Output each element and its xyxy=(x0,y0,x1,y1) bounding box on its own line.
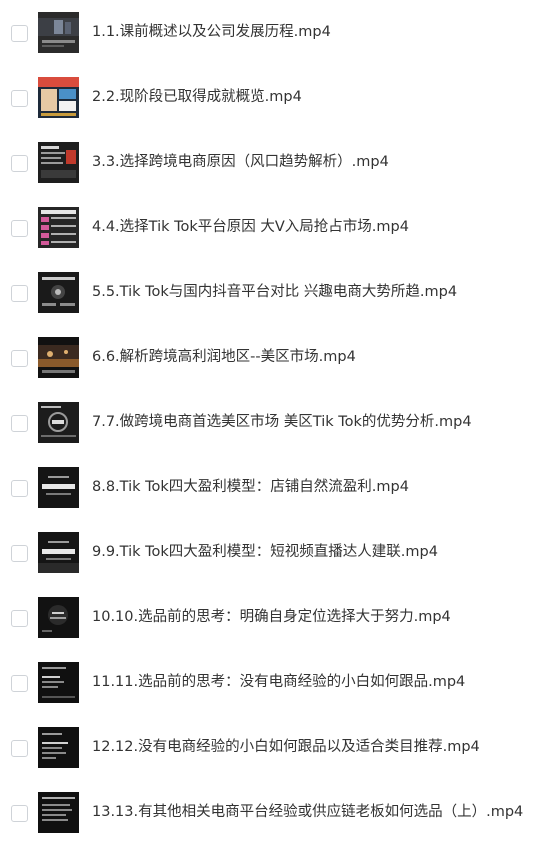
video-thumbnail-icon[interactable] xyxy=(38,12,79,53)
video-thumbnail-icon[interactable] xyxy=(38,662,79,703)
file-name[interactable]: 6.6.解析跨境高利润地区--美区市场.mp4 xyxy=(92,346,356,368)
file-row[interactable]: 5.5.Tik Tok与国内抖音平台对比 兴趣电商大势所趋.mp4 xyxy=(0,260,542,325)
file-name[interactable]: 5.5.Tik Tok与国内抖音平台对比 兴趣电商大势所趋.mp4 xyxy=(92,281,457,303)
file-row[interactable]: 7.7.做跨境电商首选美区市场 美区Tik Tok的优势分析.mp4 xyxy=(0,390,542,455)
file-checkbox[interactable] xyxy=(11,25,28,42)
file-list: 1.1.课前概述以及公司发展历程.mp4 2.2.现阶段已取得成就概览.mp4 … xyxy=(0,0,542,845)
video-thumbnail-icon[interactable] xyxy=(38,792,79,833)
file-checkbox[interactable] xyxy=(11,610,28,627)
file-checkbox[interactable] xyxy=(11,220,28,237)
video-thumbnail-icon[interactable] xyxy=(38,467,79,508)
file-row[interactable]: 2.2.现阶段已取得成就概览.mp4 xyxy=(0,65,542,130)
file-checkbox[interactable] xyxy=(11,350,28,367)
file-name[interactable]: 7.7.做跨境电商首选美区市场 美区Tik Tok的优势分析.mp4 xyxy=(92,411,472,433)
file-row[interactable]: 8.8.Tik Tok四大盈利模型：店铺自然流盈利.mp4 xyxy=(0,455,542,520)
file-checkbox[interactable] xyxy=(11,90,28,107)
video-thumbnail-icon[interactable] xyxy=(38,597,79,638)
file-row[interactable]: 10.10.选品前的思考：明确自身定位选择大于努力.mp4 xyxy=(0,585,542,650)
video-thumbnail-icon[interactable] xyxy=(38,727,79,768)
file-checkbox[interactable] xyxy=(11,805,28,822)
file-name[interactable]: 13.13.有其他相关电商平台经验或供应链老板如何选品（上）.mp4 xyxy=(92,801,523,823)
video-thumbnail-icon[interactable] xyxy=(38,77,79,118)
video-thumbnail-icon[interactable] xyxy=(38,142,79,183)
file-checkbox[interactable] xyxy=(11,415,28,432)
file-row[interactable]: 11.11.选品前的思考：没有电商经验的小白如何跟品.mp4 xyxy=(0,650,542,715)
file-checkbox[interactable] xyxy=(11,545,28,562)
video-thumbnail-icon[interactable] xyxy=(38,532,79,573)
video-thumbnail-icon[interactable] xyxy=(38,272,79,313)
file-checkbox[interactable] xyxy=(11,285,28,302)
file-checkbox[interactable] xyxy=(11,155,28,172)
file-row[interactable]: 13.13.有其他相关电商平台经验或供应链老板如何选品（上）.mp4 xyxy=(0,780,542,845)
file-name[interactable]: 12.12.没有电商经验的小白如何跟品以及适合类目推荐.mp4 xyxy=(92,736,480,758)
file-name[interactable]: 4.4.选择Tik Tok平台原因 大V入局抢占市场.mp4 xyxy=(92,216,409,238)
file-name[interactable]: 11.11.选品前的思考：没有电商经验的小白如何跟品.mp4 xyxy=(92,671,465,693)
file-checkbox[interactable] xyxy=(11,740,28,757)
file-name[interactable]: 2.2.现阶段已取得成就概览.mp4 xyxy=(92,86,302,108)
file-row[interactable]: 6.6.解析跨境高利润地区--美区市场.mp4 xyxy=(0,325,542,390)
video-thumbnail-icon[interactable] xyxy=(38,337,79,378)
file-name[interactable]: 10.10.选品前的思考：明确自身定位选择大于努力.mp4 xyxy=(92,606,451,628)
file-name[interactable]: 3.3.选择跨境电商原因（风口趋势解析）.mp4 xyxy=(92,151,389,173)
file-row[interactable]: 1.1.课前概述以及公司发展历程.mp4 xyxy=(0,0,542,65)
file-row[interactable]: 3.3.选择跨境电商原因（风口趋势解析）.mp4 xyxy=(0,130,542,195)
file-row[interactable]: 12.12.没有电商经验的小白如何跟品以及适合类目推荐.mp4 xyxy=(0,715,542,780)
file-checkbox[interactable] xyxy=(11,480,28,497)
file-name[interactable]: 8.8.Tik Tok四大盈利模型：店铺自然流盈利.mp4 xyxy=(92,476,409,498)
file-checkbox[interactable] xyxy=(11,675,28,692)
file-name[interactable]: 1.1.课前概述以及公司发展历程.mp4 xyxy=(92,21,331,43)
video-thumbnail-icon[interactable] xyxy=(38,402,79,443)
file-name[interactable]: 9.9.Tik Tok四大盈利模型：短视频直播达人建联.mp4 xyxy=(92,541,438,563)
video-thumbnail-icon[interactable] xyxy=(38,207,79,248)
file-row[interactable]: 4.4.选择Tik Tok平台原因 大V入局抢占市场.mp4 xyxy=(0,195,542,260)
file-row[interactable]: 9.9.Tik Tok四大盈利模型：短视频直播达人建联.mp4 xyxy=(0,520,542,585)
